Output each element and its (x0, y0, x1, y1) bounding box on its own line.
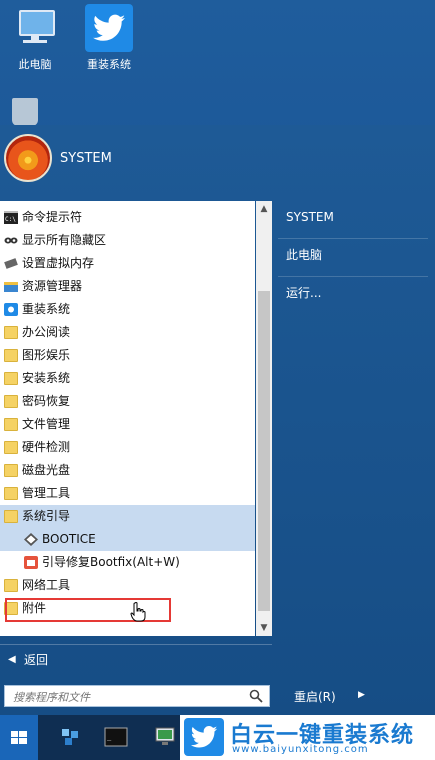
windows-logo-icon (11, 731, 27, 744)
right-item-this-pc[interactable]: 此电脑 (278, 239, 428, 277)
search-icon[interactable] (249, 689, 263, 703)
memory-icon (4, 258, 18, 269)
twitter-bird-icon (85, 4, 133, 52)
network-cubes-icon[interactable] (58, 725, 82, 749)
restart-button[interactable]: 重启(R) (294, 688, 336, 705)
back-arrow-icon: ◀ (8, 654, 16, 665)
brand-watermark: 白云一键重装系统 www.baiyunxitong.com (180, 715, 435, 760)
program-folder-files[interactable]: 文件管理 (0, 413, 255, 436)
scroll-up-icon[interactable]: ▲ (256, 201, 272, 217)
restart-options-arrow-icon[interactable]: ▶ (358, 690, 365, 700)
recycle-bin-icon[interactable] (12, 98, 38, 126)
start-button[interactable] (0, 715, 38, 760)
folder-icon (4, 579, 18, 592)
right-pane: SYSTEM 此电脑 运行... (278, 201, 428, 314)
start-menu: SYSTEM C:\ 命令提示符 显示所有隐藏区 设置虚拟内存 资源管理器 重装… (0, 125, 435, 715)
program-show-hidden[interactable]: 显示所有隐藏区 (0, 229, 255, 252)
folder-icon (4, 326, 18, 339)
folder-icon (4, 464, 18, 477)
eyes-icon (4, 237, 18, 244)
bootice-icon (24, 533, 38, 546)
cmd-icon: C:\ (4, 211, 18, 224)
search-box[interactable] (4, 685, 270, 707)
program-folder-boot[interactable]: 系统引导 (0, 505, 255, 528)
programs-scrollbar[interactable]: ▲ ▼ (256, 201, 272, 636)
monitor-app-icon[interactable] (154, 725, 178, 749)
bootfix-icon (24, 556, 38, 569)
search-input[interactable] (11, 687, 245, 707)
desktop-icon-label: 此电脑 (18, 58, 52, 71)
folder-icon (4, 487, 18, 500)
highlight-annotation (5, 598, 171, 622)
brand-logo-icon (184, 718, 224, 756)
program-explorer[interactable]: 资源管理器 (0, 275, 255, 298)
program-reinstall[interactable]: 重装系统 (0, 298, 255, 321)
user-name: SYSTEM (60, 151, 112, 166)
program-bootice[interactable]: BOOTICE (0, 528, 255, 551)
program-folder-hardware[interactable]: 硬件检测 (0, 436, 255, 459)
program-folder-disk[interactable]: 磁盘光盘 (0, 459, 255, 482)
taskbar: _ 白云一键重装系统 www.baiyunxitong.com (0, 715, 435, 760)
user-row: SYSTEM (0, 125, 435, 193)
desktop-icon-reinstall[interactable]: 重装系统 (74, 4, 144, 72)
folder-icon (4, 372, 18, 385)
scroll-down-icon[interactable]: ▼ (256, 620, 272, 636)
brand-url: www.baiyunxitong.com (232, 744, 369, 755)
program-folder-network[interactable]: 网络工具 (0, 574, 255, 597)
desktop-icon-label: 重装系统 (87, 58, 131, 71)
program-folder-office[interactable]: 办公阅读 (0, 321, 255, 344)
right-item-system[interactable]: SYSTEM (278, 201, 428, 239)
folder-icon (4, 282, 18, 292)
user-avatar[interactable] (4, 134, 52, 182)
svg-text:C:\: C:\ (5, 216, 16, 223)
program-bootfix[interactable]: 引导修复Bootfix(Alt+W) (0, 551, 255, 574)
program-folder-graphics[interactable]: 图形娱乐 (0, 344, 255, 367)
program-virtual-memory[interactable]: 设置虚拟内存 (0, 252, 255, 275)
folder-icon (4, 349, 18, 362)
terminal-icon[interactable]: _ (104, 725, 128, 749)
hand-cursor-icon (130, 602, 146, 622)
right-item-run[interactable]: 运行... (278, 277, 428, 314)
back-button[interactable]: ◀ 返回 (0, 644, 272, 675)
program-folder-password[interactable]: 密码恢复 (0, 390, 255, 413)
programs-list: C:\ 命令提示符 显示所有隐藏区 设置虚拟内存 资源管理器 重装系统 办公阅读… (0, 201, 255, 636)
folder-icon (4, 418, 18, 431)
folder-icon (4, 510, 18, 523)
desktop-icon-this-pc[interactable]: 此电脑 (0, 4, 70, 72)
computer-icon (11, 4, 59, 52)
folder-icon (4, 441, 18, 454)
scrollbar-thumb[interactable] (258, 291, 270, 611)
program-folder-install[interactable]: 安装系统 (0, 367, 255, 390)
twitter-bird-icon (4, 303, 18, 316)
folder-icon (4, 395, 18, 408)
program-folder-admin[interactable]: 管理工具 (0, 482, 255, 505)
program-cmd[interactable]: C:\ 命令提示符 (0, 206, 255, 229)
